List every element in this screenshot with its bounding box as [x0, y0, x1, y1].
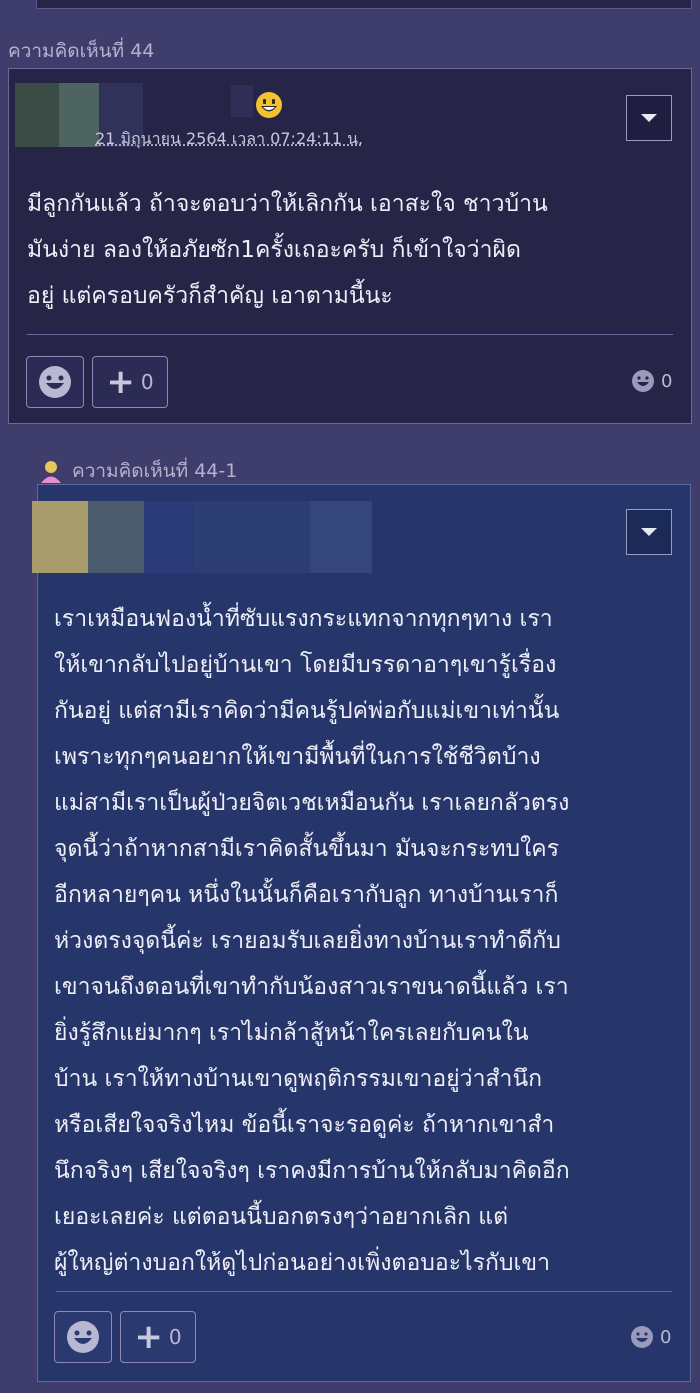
person-icon — [41, 461, 61, 483]
plus-vote-button[interactable]: + 0 — [92, 356, 168, 408]
smiley-icon — [631, 1326, 653, 1348]
reply-body: เราเหมือนฟองน้ำที่ซับแรงกระแทกจากทุกๆทาง… — [54, 606, 570, 1276]
emotion-count-text: 0 — [660, 1326, 672, 1348]
comment-card: 21 มิถุนายน 2564 เวลา 07:24:11 น. มีลูกก… — [8, 68, 692, 424]
comment-date[interactable]: 21 มิถุนายน 2564 เวลา 07:24:11 น. — [95, 127, 363, 152]
emotion-count[interactable]: 0 — [630, 1325, 671, 1349]
reply-number-text: ความคิดเห็นที่ 44-1 — [72, 460, 238, 482]
chevron-down-icon — [641, 114, 657, 122]
smiley-icon — [67, 1321, 99, 1353]
comment-number-label: ความคิดเห็นที่ 44 — [8, 36, 154, 66]
divider — [56, 1291, 672, 1292]
plus-count: 0 — [140, 370, 154, 394]
smiley-icon — [39, 366, 71, 398]
emotion-count-text: 0 — [661, 370, 673, 392]
comment-menu-button[interactable] — [626, 95, 672, 141]
avatar — [32, 501, 372, 573]
emotion-button[interactable] — [54, 1311, 112, 1363]
plus-count: 0 — [168, 1325, 182, 1349]
divider — [27, 334, 673, 335]
grinning-emoji-icon — [255, 91, 283, 123]
reply-number-label: ความคิดเห็นที่ 44-1 — [38, 456, 237, 486]
comment-number-text: ความคิดเห็นที่ 44 — [8, 40, 155, 62]
reply-card: เราเหมือนฟองน้ำที่ซับแรงกระแทกจากทุกๆทาง… — [32, 484, 691, 1382]
reply-menu-button[interactable] — [626, 509, 672, 555]
emotion-count[interactable]: 0 — [631, 369, 672, 393]
chevron-down-icon — [641, 528, 657, 536]
smiley-icon — [632, 370, 654, 392]
username-blur — [231, 85, 253, 117]
plus-icon: + — [106, 362, 135, 402]
plus-vote-button[interactable]: + 0 — [120, 1311, 196, 1363]
plus-icon: + — [134, 1317, 163, 1357]
previous-card-bottom — [36, 0, 692, 9]
emotion-button[interactable] — [26, 356, 84, 408]
comment-body: มีลูกกันแล้ว ถ้าจะตอบว่าให้เลิกกัน เอาสะ… — [27, 191, 548, 309]
